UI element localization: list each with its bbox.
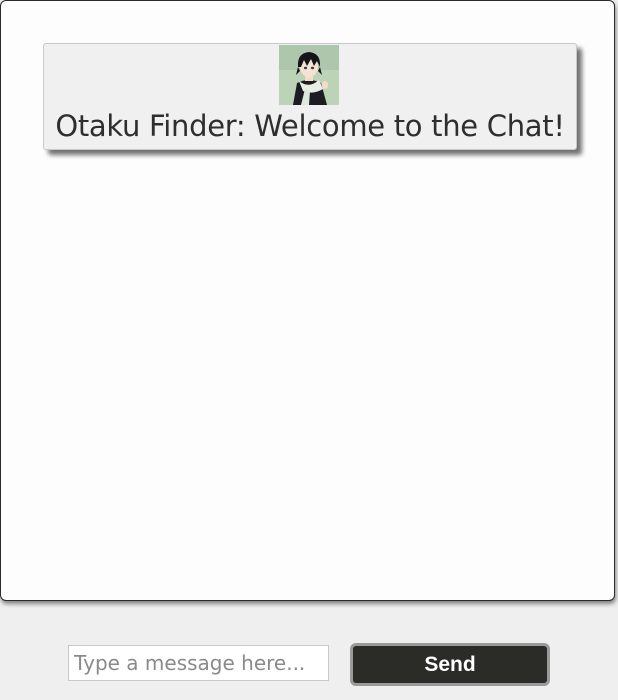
chat-window: Otaku Finder: Welcome to the Chat! bbox=[0, 0, 615, 601]
welcome-message-card: Otaku Finder: Welcome to the Chat! bbox=[43, 43, 577, 150]
message-input[interactable] bbox=[68, 645, 329, 681]
anime-character-avatar-icon bbox=[279, 45, 339, 105]
message-composer: Send bbox=[0, 615, 618, 700]
welcome-message: Otaku Finder: Welcome to the Chat! bbox=[55, 109, 565, 143]
avatar bbox=[279, 45, 339, 105]
send-button[interactable]: Send bbox=[350, 643, 550, 686]
